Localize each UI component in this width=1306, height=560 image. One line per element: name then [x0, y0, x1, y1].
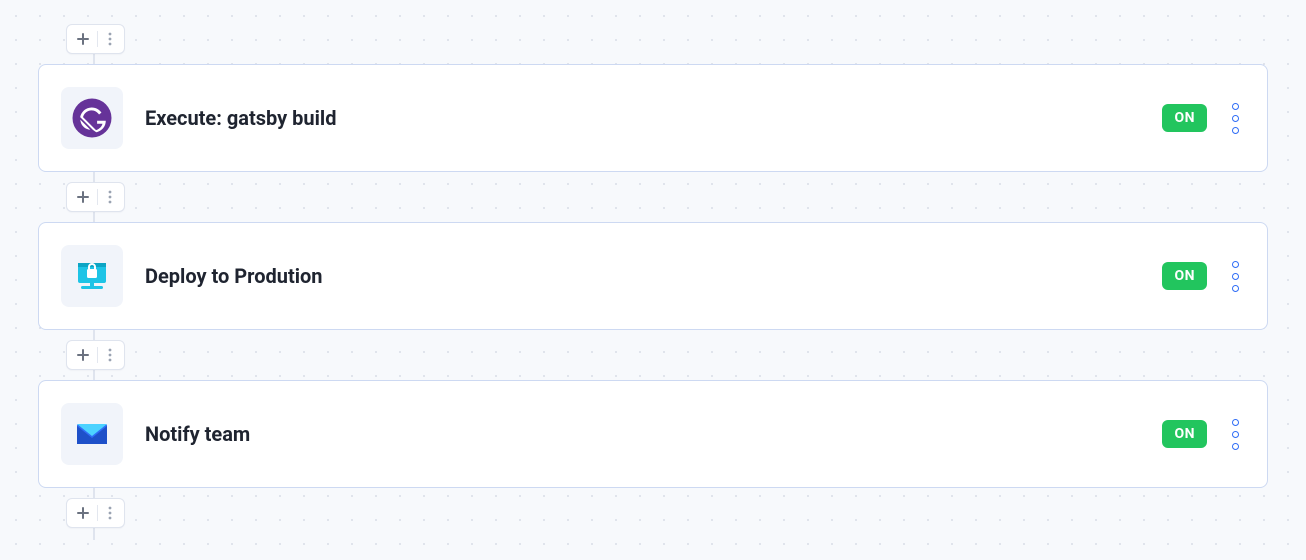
- kebab-menu-icon[interactable]: [100, 27, 120, 51]
- status-badge-on[interactable]: ON: [1162, 262, 1207, 290]
- insert-action-control[interactable]: [66, 340, 125, 370]
- kebab-menu-icon[interactable]: [100, 343, 120, 367]
- plus-icon[interactable]: [71, 185, 95, 209]
- mail-icon: [61, 403, 123, 465]
- status-badge-on[interactable]: ON: [1162, 420, 1207, 448]
- step-menu-icon[interactable]: [1225, 103, 1245, 134]
- gatsby-icon: [61, 87, 123, 149]
- plus-icon[interactable]: [71, 501, 95, 525]
- insert-action-control[interactable]: [66, 24, 125, 54]
- step-title: Execute: gatsby build: [145, 106, 1162, 130]
- plus-icon[interactable]: [71, 343, 95, 367]
- status-badge-on[interactable]: ON: [1162, 104, 1207, 132]
- divider: [97, 505, 98, 521]
- pipeline-step[interactable]: Notify team ON: [38, 380, 1268, 488]
- plus-icon[interactable]: [71, 27, 95, 51]
- insert-action-control[interactable]: [66, 182, 125, 212]
- pipeline-step[interactable]: Execute: gatsby build ON: [38, 64, 1268, 172]
- step-title: Deploy to Prodution: [145, 264, 1162, 288]
- divider: [97, 189, 98, 205]
- divider: [97, 31, 98, 47]
- pipeline: Execute: gatsby build ON: [38, 24, 1268, 528]
- step-menu-icon[interactable]: [1225, 419, 1245, 450]
- insert-action-control[interactable]: [66, 498, 125, 528]
- pipeline-step[interactable]: Deploy to Prodution ON: [38, 222, 1268, 330]
- pipeline-canvas: Execute: gatsby build ON: [0, 0, 1306, 560]
- deploy-lock-icon: [61, 245, 123, 307]
- kebab-menu-icon[interactable]: [100, 501, 120, 525]
- step-menu-icon[interactable]: [1225, 261, 1245, 292]
- kebab-menu-icon[interactable]: [100, 185, 120, 209]
- divider: [97, 347, 98, 363]
- step-title: Notify team: [145, 422, 1162, 446]
